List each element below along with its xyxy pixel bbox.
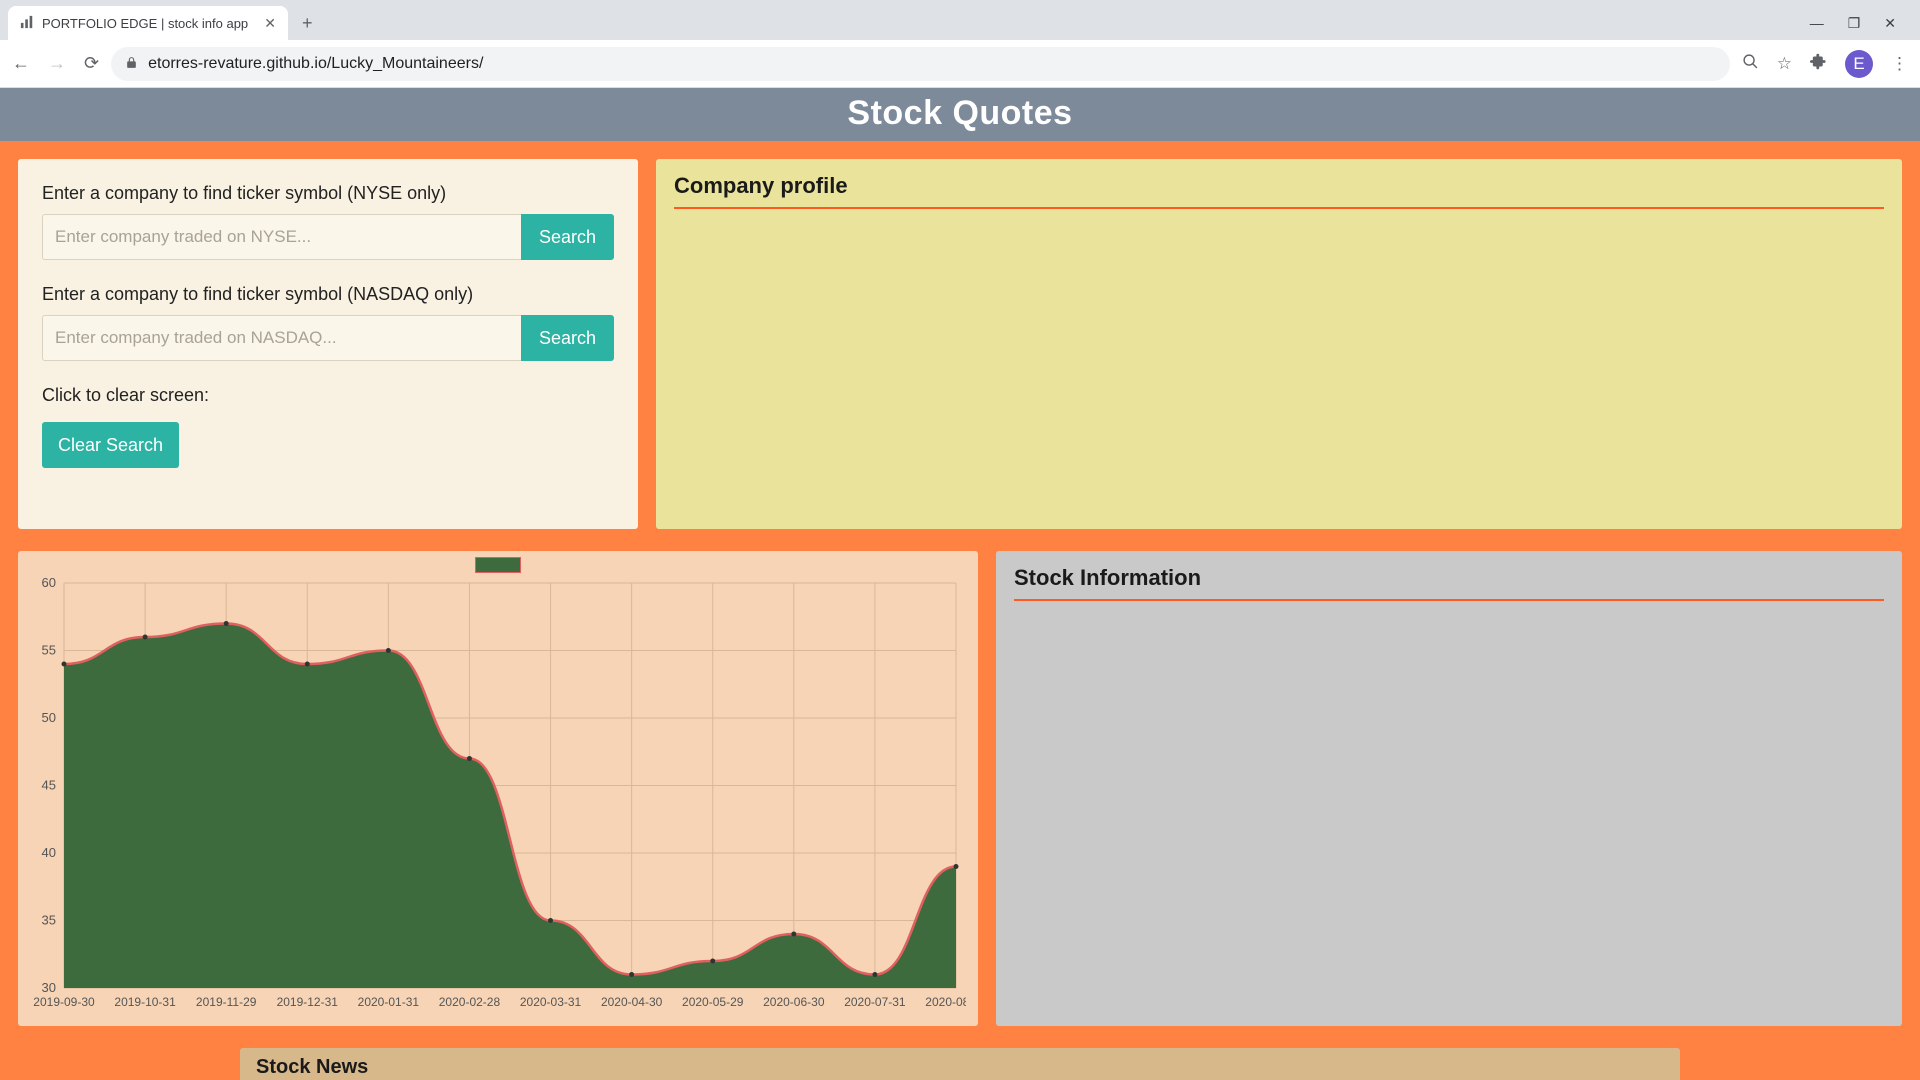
clear-label: Click to clear screen:: [42, 385, 614, 406]
svg-text:2020-08-28: 2020-08-28: [925, 995, 966, 1009]
svg-text:2020-06-30: 2020-06-30: [763, 995, 825, 1009]
svg-text:30: 30: [42, 980, 56, 995]
reload-icon[interactable]: ⟳: [84, 53, 99, 74]
svg-text:40: 40: [42, 845, 56, 860]
minimize-icon[interactable]: —: [1810, 15, 1824, 32]
svg-text:2019-12-31: 2019-12-31: [277, 995, 339, 1009]
zoom-icon[interactable]: [1742, 53, 1759, 75]
svg-text:45: 45: [42, 778, 56, 793]
svg-text:60: 60: [42, 575, 56, 590]
back-icon[interactable]: ←: [12, 53, 30, 74]
svg-text:2020-05-29: 2020-05-29: [682, 995, 744, 1009]
company-profile-panel: Company profile: [656, 159, 1902, 529]
url-text: etorres-revature.github.io/Lucky_Mountai…: [148, 55, 483, 73]
svg-text:2020-07-31: 2020-07-31: [844, 995, 906, 1009]
nasdaq-search-button[interactable]: Search: [521, 315, 614, 361]
toolbar: ← → ⟳ etorres-revature.github.io/Lucky_M…: [0, 40, 1920, 88]
stock-chart-panel: 30 35 40 45 50 55 60 2019-09-30 2019-10-31 2019-1…: [18, 551, 978, 1026]
company-profile-title: Company profile: [674, 173, 1884, 199]
avatar[interactable]: E: [1845, 50, 1873, 78]
chart-icon: [20, 15, 34, 32]
nasdaq-input[interactable]: [42, 315, 521, 361]
svg-text:2020-01-31: 2020-01-31: [358, 995, 420, 1009]
close-icon[interactable]: ✕: [264, 15, 276, 32]
extensions-icon[interactable]: [1810, 53, 1827, 75]
divider: [1014, 599, 1884, 601]
svg-text:2019-09-30: 2019-09-30: [33, 995, 95, 1009]
menu-icon[interactable]: ⋮: [1891, 54, 1908, 74]
tab-bar: PORTFOLIO EDGE | stock info app ✕ + — ❐ …: [0, 0, 1920, 40]
svg-text:55: 55: [42, 643, 56, 658]
page-title: Stock Quotes: [0, 88, 1920, 141]
svg-text:2020-03-31: 2020-03-31: [520, 995, 582, 1009]
legend-swatch: [475, 557, 521, 573]
new-tab-button[interactable]: +: [296, 13, 319, 34]
browser-chrome: PORTFOLIO EDGE | stock info app ✕ + — ❐ …: [0, 0, 1920, 88]
page-content: Stock Quotes Enter a company to find tic…: [0, 88, 1920, 1080]
clear-search-button[interactable]: Clear Search: [42, 422, 179, 468]
star-icon[interactable]: ☆: [1777, 54, 1792, 74]
stock-news-title: Stock News: [256, 1056, 1664, 1079]
svg-text:2019-10-31: 2019-10-31: [114, 995, 176, 1009]
svg-text:2020-04-30: 2020-04-30: [601, 995, 663, 1009]
stock-chart: 30 35 40 45 50 55 60 2019-09-30 2019-10-31 2019-1…: [30, 561, 966, 1016]
maximize-icon[interactable]: ❐: [1848, 15, 1861, 32]
window-controls: — ❐ ✕: [1810, 15, 1912, 32]
divider: [674, 207, 1884, 209]
nasdaq-label: Enter a company to find ticker symbol (N…: [42, 284, 614, 305]
browser-tab[interactable]: PORTFOLIO EDGE | stock info app ✕: [8, 6, 288, 40]
svg-text:2020-02-28: 2020-02-28: [439, 995, 501, 1009]
nyse-label: Enter a company to find ticker symbol (N…: [42, 183, 614, 204]
stock-info-panel: Stock Information: [996, 551, 1902, 1026]
window-close-icon[interactable]: ✕: [1884, 15, 1896, 32]
forward-icon[interactable]: →: [48, 53, 66, 74]
search-panel: Enter a company to find ticker symbol (N…: [18, 159, 638, 529]
nyse-search-button[interactable]: Search: [521, 214, 614, 260]
svg-text:35: 35: [42, 913, 56, 928]
svg-text:2019-11-29: 2019-11-29: [196, 995, 257, 1009]
stock-info-title: Stock Information: [1014, 565, 1884, 591]
svg-text:50: 50: [42, 710, 56, 725]
nyse-input[interactable]: [42, 214, 521, 260]
lock-icon: [125, 56, 138, 72]
stock-news-panel: Stock News: [240, 1048, 1680, 1080]
address-bar[interactable]: etorres-revature.github.io/Lucky_Mountai…: [111, 47, 1730, 81]
tab-title: PORTFOLIO EDGE | stock info app: [42, 16, 256, 31]
